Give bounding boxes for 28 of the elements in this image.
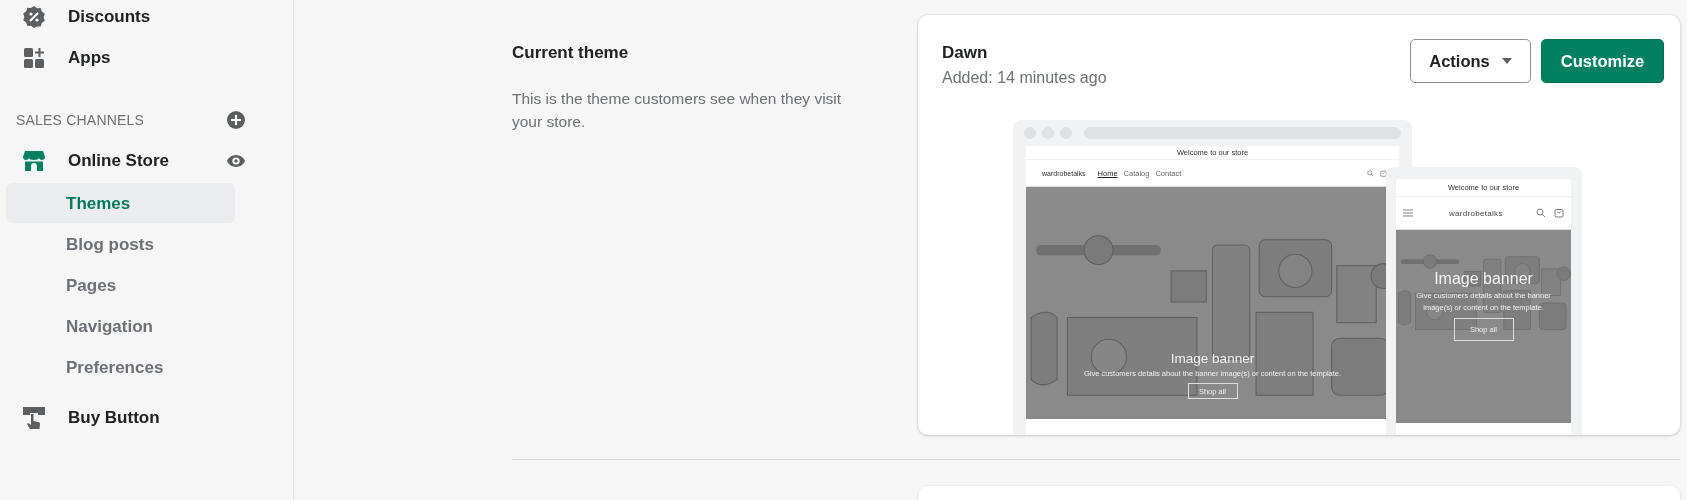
section-description: This is the theme customers see when they visit your store. [512, 89, 842, 132]
nav-item[interactable]: Online Store [68, 151, 226, 171]
nav-item[interactable]: Discounts [68, 6, 151, 27]
storefront-icon [22, 149, 46, 173]
discount-badge-icon [22, 4, 46, 29]
added-time: Added: 14 minutes ago [942, 69, 1107, 87]
sub-nav-item[interactable]: Pages [6, 265, 235, 305]
sub-nav-item[interactable]: Preferences [6, 347, 235, 387]
nav-item[interactable]: Apps [68, 47, 111, 68]
search-icon [1536, 208, 1546, 218]
sub-nav-item[interactable]: Themes [6, 183, 235, 223]
section-title: SALES CHANNELS [16, 112, 145, 128]
store-name: wardrobetalks [1449, 208, 1503, 218]
section-heading: Current theme [512, 43, 630, 63]
pointer-hand-icon [22, 406, 46, 430]
sub-nav-item[interactable]: Navigation [6, 306, 235, 346]
add-icon[interactable] [226, 110, 246, 130]
theme-name: Dawn [942, 43, 989, 63]
customize-button[interactable]: Customize [1541, 39, 1664, 83]
sub-nav-item[interactable]: Blog posts [6, 224, 235, 264]
bag-icon [1554, 208, 1564, 218]
caret-icon [1501, 58, 1512, 64]
actions-button[interactable]: Actions [1410, 39, 1531, 83]
nav-item[interactable]: Buy Button [68, 408, 246, 428]
search-icon [1367, 169, 1374, 177]
bag-icon [1380, 169, 1387, 177]
banner-title: Image banner [1434, 270, 1533, 288]
apps-icon [22, 45, 46, 70]
